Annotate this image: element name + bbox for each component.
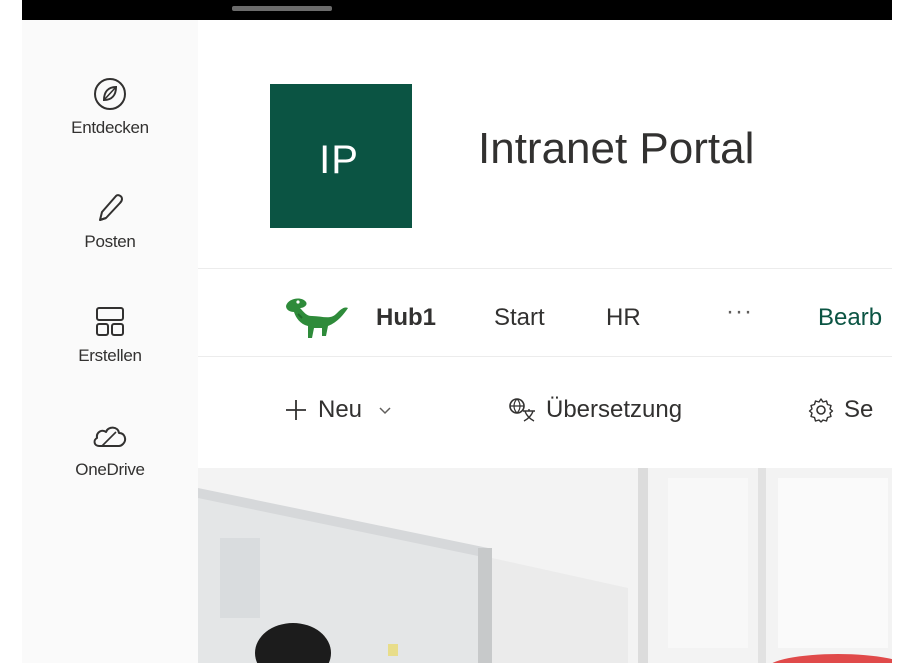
hub-navigation: Hub1 Start HR ··· Bearb	[198, 290, 892, 346]
hub-name-link[interactable]: Hub1	[376, 304, 436, 332]
compass-icon	[94, 78, 126, 110]
plus-icon	[286, 400, 306, 420]
appbar-label-entdecken: Entdecken	[71, 118, 149, 137]
appbar-item-entdecken[interactable]: Entdecken	[22, 76, 198, 138]
translation-button-label: Übersetzung	[546, 396, 683, 423]
new-button-label: Neu	[318, 396, 363, 423]
nav-edit-link[interactable]: Bearb	[818, 304, 882, 332]
new-button[interactable]: Neu	[284, 396, 394, 424]
appbar-label-posten: Posten	[84, 232, 136, 251]
appbar-item-erstellen[interactable]: Erstellen	[22, 304, 198, 366]
gear-icon	[808, 398, 834, 423]
nav-more-button[interactable]: ···	[726, 298, 753, 326]
office-photo	[198, 468, 892, 663]
translation-button[interactable]: Übersetzung	[508, 396, 682, 424]
appbar-item-onedrive[interactable]: OneDrive	[22, 418, 198, 480]
site-logo[interactable]: IP	[270, 84, 412, 228]
appbar-label-erstellen: Erstellen	[78, 346, 142, 365]
hero-image	[198, 468, 892, 663]
settings-button-label: Se	[844, 396, 874, 423]
site-main-panel: IP Intranet Portal Hub1 Start HR ··· Bea…	[198, 20, 892, 663]
translate-icon	[509, 398, 535, 422]
cloud-icon	[93, 426, 127, 447]
layout-icon	[96, 307, 124, 336]
pen-icon	[99, 194, 123, 221]
nav-link-start[interactable]: Start	[494, 304, 545, 332]
appbar-item-posten[interactable]: Posten	[22, 190, 198, 252]
app-bar: Entdecken Posten Erstellen OneDrive	[22, 20, 199, 663]
settings-button[interactable]: Se	[808, 396, 873, 424]
nav-link-hr[interactable]: HR	[606, 304, 641, 332]
appbar-label-onedrive: OneDrive	[75, 460, 145, 479]
site-logo-text: IP	[319, 137, 359, 182]
site-title[interactable]: Intranet Portal	[478, 124, 754, 174]
window-top-bar	[22, 0, 892, 20]
command-bar: Neu Übersetzung Se	[198, 382, 892, 442]
chevron-down-icon	[379, 407, 391, 415]
window-tab-indicator	[232, 6, 332, 11]
nav-divider	[198, 356, 892, 357]
header-divider	[198, 268, 892, 269]
dinosaur-icon[interactable]	[282, 296, 352, 340]
